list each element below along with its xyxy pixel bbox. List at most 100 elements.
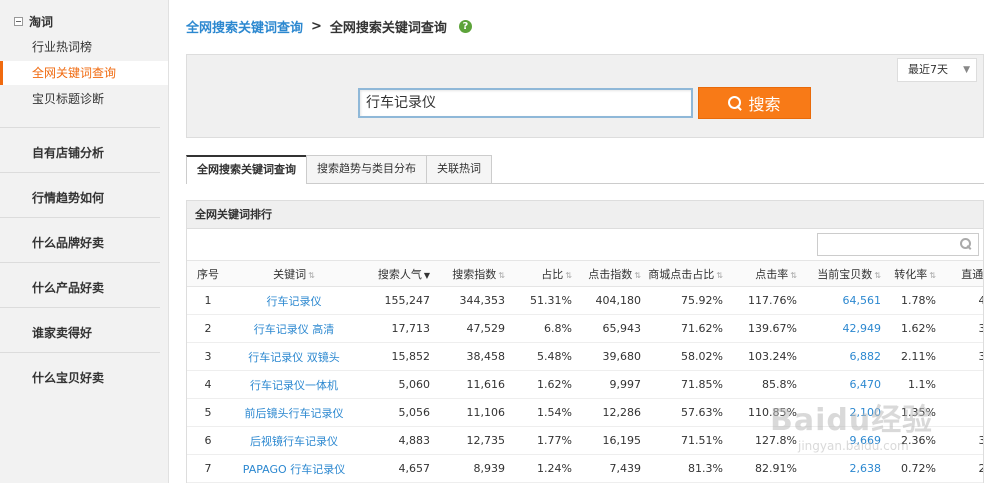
share: 1.24%	[511, 454, 578, 483]
ranking-table: 序号 关键词 ⇅ 搜索人气 ▼ 搜索指数 ⇅ 占比 ⇅ 点击指数 ⇅ 商城点击占比 ⇅ 点击…	[187, 260, 983, 483]
items-count-link[interactable]: 42,949	[803, 314, 887, 343]
col-header-keyword[interactable]: 关键词 ⇅	[229, 260, 359, 287]
share: 1.77%	[511, 426, 578, 455]
sort-icon: ⇅	[634, 270, 641, 280]
mall-click-share: 57.63%	[647, 398, 729, 427]
items-count-link[interactable]: 6,470	[803, 370, 887, 399]
keyword-link[interactable]: PAPAGO 行车记录仪	[229, 454, 359, 483]
keyword-link[interactable]: 前后镜头行车记录仪	[229, 398, 359, 427]
ztc-value: 2.19	[942, 454, 983, 483]
keyword-link[interactable]: 行车记录仪 双镜头	[229, 342, 359, 371]
search-popularity: 17,713	[359, 314, 436, 343]
sidebar-item-shop-analysis[interactable]: 自有店铺分析	[32, 144, 104, 161]
share: 1.62%	[511, 370, 578, 399]
col-header-index[interactable]: 搜索指数 ⇅	[436, 260, 511, 287]
share: 1.54%	[511, 398, 578, 427]
mall-click-share: 71.85%	[647, 370, 729, 399]
col-header-no: 序号	[187, 260, 229, 287]
ztc-value: 4.04	[942, 286, 983, 315]
ranking-panel: 全网关键词排行 序号 关键词 ⇅ 搜索人气 ▼ 搜索指数 ⇅ 占比 ⇅ 点击指数 ⇅ 商城…	[186, 200, 984, 483]
sidebar-item-industry-hotwords[interactable]: 行业热词榜	[0, 35, 168, 59]
sidebar-item-seller[interactable]: 谁家卖得好	[32, 324, 92, 341]
breadcrumb-separator: >	[311, 19, 322, 34]
col-header-items[interactable]: 当前宝贝数 ⇅	[803, 260, 887, 287]
period-select-value: 最近7天	[908, 63, 948, 76]
sidebar-item-brand[interactable]: 什么品牌好卖	[32, 234, 104, 251]
mall-click-share: 81.3%	[647, 454, 729, 483]
row-number: 7	[187, 454, 229, 483]
sidebar-item-item[interactable]: 什么宝贝好卖	[32, 369, 104, 386]
items-count-link[interactable]: 9,669	[803, 426, 887, 455]
sidebar: 淘词 行业热词榜 全网关键词查询 宝贝标题诊断 自有店铺分析 行情趋势如何 什么…	[0, 0, 169, 483]
items-count-link[interactable]: 6,882	[803, 342, 887, 371]
sort-icon: ⇅	[308, 270, 315, 280]
search-panel: 最近7天 ▼ 行车记录仪 搜索	[186, 54, 984, 138]
items-count-link[interactable]: 64,561	[803, 286, 887, 315]
conversion-rate: 1.78%	[887, 286, 942, 315]
divider	[0, 352, 160, 353]
row-number: 5	[187, 398, 229, 427]
search-button-label: 搜索	[748, 95, 781, 114]
search-index: 8,939	[436, 454, 511, 483]
sidebar-item-market-trend[interactable]: 行情趋势如何	[32, 189, 104, 206]
col-header-share[interactable]: 占比 ⇅	[511, 260, 578, 287]
sort-icon: ⇅	[929, 270, 936, 280]
search-index: 11,616	[436, 370, 511, 399]
click-index: 16,195	[578, 426, 647, 455]
help-icon[interactable]: ?	[458, 20, 472, 33]
sort-icon: ⇅	[498, 270, 505, 280]
search-popularity: 4,657	[359, 454, 436, 483]
click-rate: 139.67%	[729, 314, 803, 343]
col-header-ctr[interactable]: 点击率 ⇅	[729, 260, 803, 287]
ztc-value: 3.46	[942, 426, 983, 455]
items-count-link[interactable]: 2,638	[803, 454, 887, 483]
tab-keyword-search[interactable]: 全网搜索关键词查询	[186, 155, 307, 184]
search-icon	[728, 96, 742, 110]
sidebar-group-title[interactable]: 淘词	[14, 13, 53, 30]
keyword-link[interactable]: 行车记录仪	[229, 286, 359, 315]
search-icon[interactable]	[960, 238, 972, 250]
table-filter-input[interactable]	[817, 233, 979, 256]
conversion-rate: 0.72%	[887, 454, 942, 483]
table-row: 5 前后镜头行车记录仪 5,056 11,106 1.54% 12,286 57.63% 11…	[187, 398, 983, 427]
search-index: 38,458	[436, 342, 511, 371]
search-popularity: 4,883	[359, 426, 436, 455]
tab-bar: 全网搜索关键词查询 搜索趋势与类目分布 关联热词	[186, 155, 984, 184]
keyword-link[interactable]: 行车记录仪 高清	[229, 314, 359, 343]
click-index: 7,439	[578, 454, 647, 483]
ztc-value: 3.5	[942, 370, 983, 399]
table-header-row: 序号 关键词 ⇅ 搜索人气 ▼ 搜索指数 ⇅ 占比 ⇅ 点击指数 ⇅ 商城点击占比 ⇅ 点击…	[187, 260, 983, 287]
col-header-conv[interactable]: 转化率 ⇅	[887, 260, 942, 287]
click-rate: 127.8%	[729, 426, 803, 455]
sidebar-item-title-diagnosis[interactable]: 宝贝标题诊断	[0, 87, 168, 111]
col-header-mall-share[interactable]: 商城点击占比 ⇅	[647, 260, 729, 287]
sidebar-item-keyword-search[interactable]: 全网关键词查询	[0, 61, 168, 85]
breadcrumb-link[interactable]: 全网搜索关键词查询	[186, 17, 303, 36]
col-header-click-index[interactable]: 点击指数 ⇅	[578, 260, 647, 287]
search-button[interactable]: 搜索	[698, 87, 811, 119]
period-select[interactable]: 最近7天 ▼	[897, 58, 977, 82]
sidebar-item-product[interactable]: 什么产品好卖	[32, 279, 104, 296]
table-row: 4 行车记录仪一体机 5,060 11,616 1.62% 9,997 71.85% 85.8…	[187, 370, 983, 399]
ztc-value: 3.6	[942, 398, 983, 427]
page-title: 全网搜索关键词查询	[329, 21, 447, 36]
tab-related-words[interactable]: 关联热词	[426, 155, 492, 183]
keyword-link[interactable]: 后视镜行车记录仪	[229, 426, 359, 455]
collapse-icon[interactable]	[14, 17, 23, 26]
conversion-rate: 1.1%	[887, 370, 942, 399]
table-row: 3 行车记录仪 双镜头 15,852 38,458 5.48% 39,680 58.02% 1…	[187, 342, 983, 371]
conversion-rate: 1.35%	[887, 398, 942, 427]
col-header-ztc[interactable]: 直通车⇅	[942, 260, 983, 287]
search-index: 47,529	[436, 314, 511, 343]
table-row: 1 行车记录仪 155,247 344,353 51.31% 404,180 75.92% 1…	[187, 286, 983, 315]
tab-trend-category[interactable]: 搜索趋势与类目分布	[306, 155, 427, 183]
keyword-link[interactable]: 行车记录仪一体机	[229, 370, 359, 399]
col-header-popularity[interactable]: 搜索人气 ▼	[359, 260, 436, 287]
search-input[interactable]: 行车记录仪	[358, 88, 693, 118]
conversion-rate: 1.62%	[887, 314, 942, 343]
row-number: 2	[187, 314, 229, 343]
conversion-rate: 2.11%	[887, 342, 942, 371]
sort-icon: ⇅	[565, 270, 572, 280]
items-count-link[interactable]: 2,100	[803, 398, 887, 427]
conversion-rate: 2.36%	[887, 426, 942, 455]
